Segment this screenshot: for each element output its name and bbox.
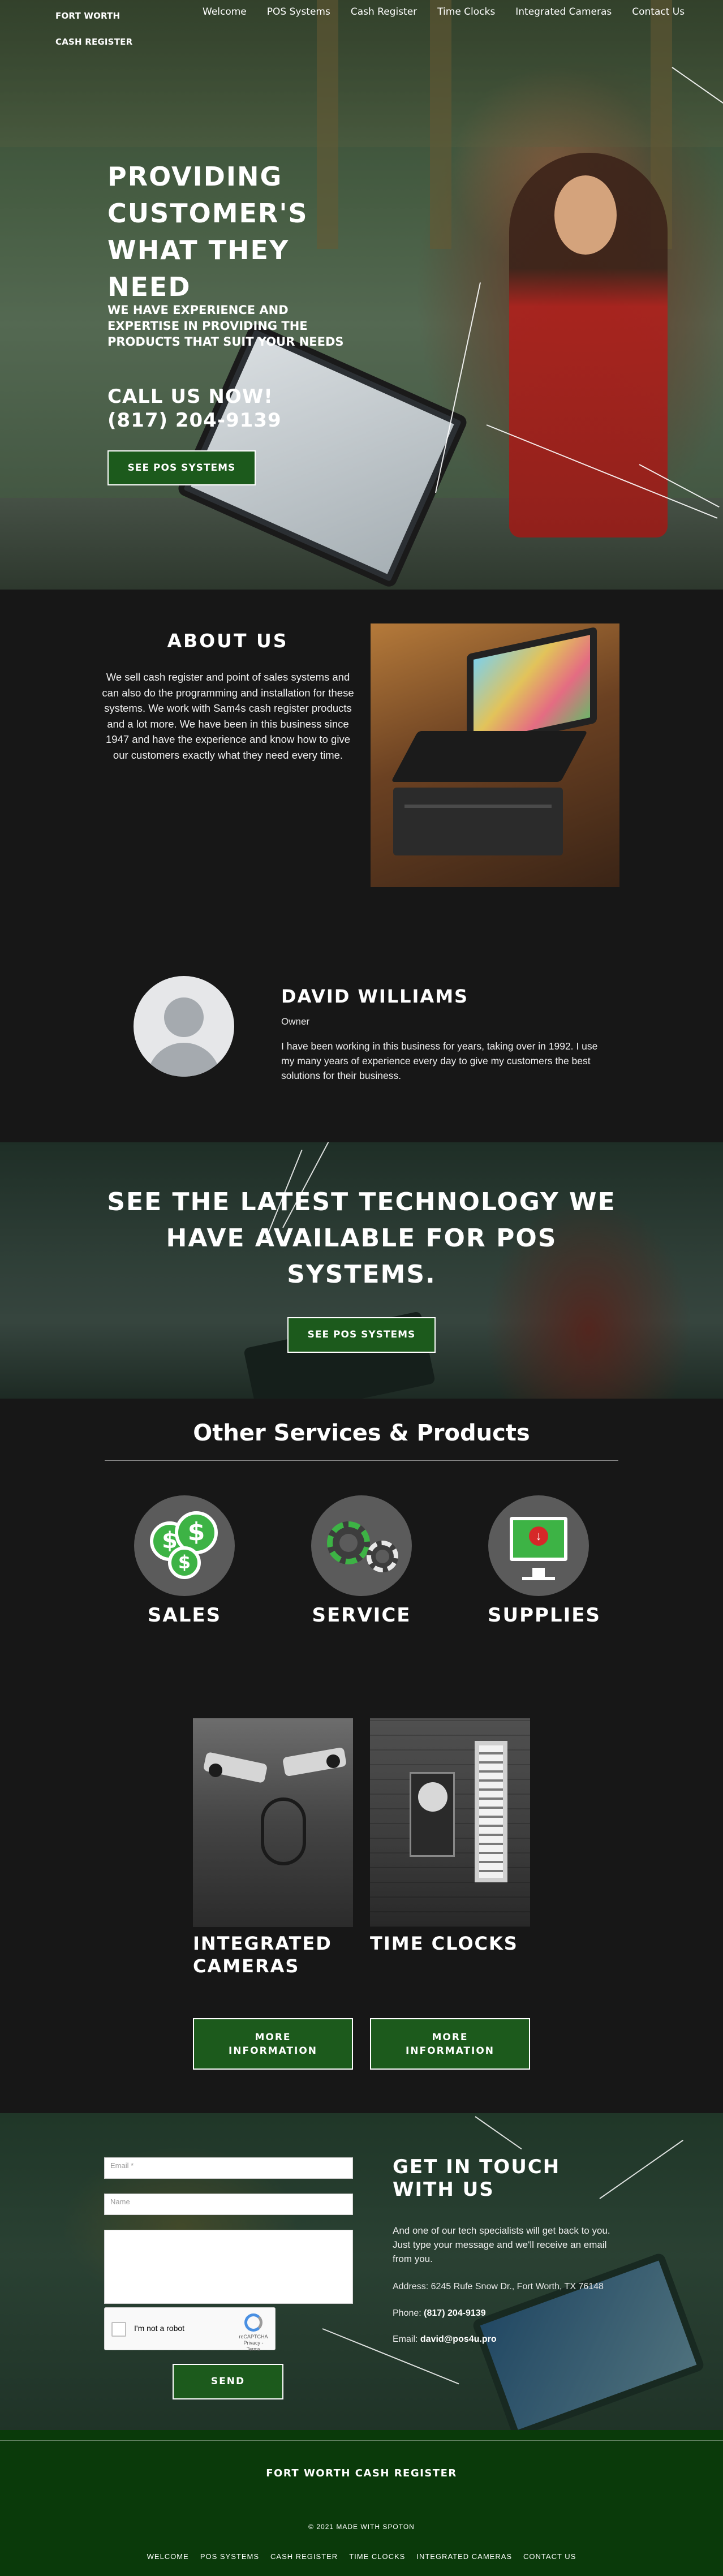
services-title: Other Services & Products bbox=[193, 1420, 530, 1446]
hero-phone[interactable]: (817) 204-9139 bbox=[107, 408, 345, 432]
service-sales[interactable]: $ $ $ SALES bbox=[134, 1495, 235, 1627]
contact-phone: Phone: (817) 204-9139 bbox=[393, 2308, 486, 2319]
hero-content: PROVIDING CUSTOMER'S WHAT THEY NEED WE H… bbox=[107, 158, 345, 485]
nav-item-integrated-cameras[interactable]: Integrated Cameras bbox=[505, 6, 622, 18]
recaptcha-widget[interactable]: I'm not a robot reCAPTCHA Privacy - Term… bbox=[104, 2307, 276, 2353]
address-label: Address: bbox=[393, 2282, 429, 2291]
send-button[interactable]: SEND bbox=[173, 2364, 283, 2399]
service-service[interactable]: SERVICE bbox=[311, 1495, 412, 1627]
cash-register-photo bbox=[371, 623, 619, 887]
product-title-integrated-cameras: INTEGRATED CAMERAS bbox=[193, 1933, 332, 1977]
footer-nav-cash-register[interactable]: CASH REGISTER bbox=[265, 2552, 343, 2561]
brand-line-1: FORT WORTH bbox=[55, 11, 120, 21]
page: PROVIDING CUSTOMER'S WHAT THEY NEED WE H… bbox=[0, 0, 723, 2576]
footer-nav-integrated-cameras[interactable]: INTEGRATED CAMERAS bbox=[411, 2552, 518, 2561]
about-text: We sell cash register and point of sales… bbox=[102, 671, 354, 761]
message-field[interactable] bbox=[104, 2230, 353, 2304]
service-supplies[interactable]: ↓ SUPPLIES bbox=[488, 1495, 601, 1627]
footer-brand: FORT WORTH CASH REGISTER bbox=[266, 2467, 457, 2479]
contact-background-tablet bbox=[471, 2252, 705, 2430]
site-logo[interactable]: FORT WORTH CASH REGISTER bbox=[55, 9, 132, 49]
recaptcha-checkbox[interactable] bbox=[111, 2322, 126, 2337]
owner-role: Owner bbox=[281, 1016, 310, 1027]
button-label: MORE INFORMATION bbox=[405, 2031, 495, 2057]
footer-divider bbox=[0, 2440, 723, 2441]
service-label-service: SERVICE bbox=[312, 1604, 411, 1627]
integrated-cameras-more-info-button[interactable]: MORE INFORMATION bbox=[193, 2018, 353, 2070]
see-pos-systems-button[interactable]: SEE POS SYSTEMS bbox=[107, 450, 256, 485]
address-value: 6245 Rufe Snow Dr., Fort Worth, TX 76148 bbox=[431, 2282, 604, 2291]
technology-title: SEE THE LATEST TECHNOLOGY WE HAVE AVAILA… bbox=[107, 1188, 616, 1289]
decor-line bbox=[475, 2116, 522, 2150]
owner-name: DAVID WILLIAMS bbox=[281, 986, 469, 1007]
hero-section: PROVIDING CUSTOMER'S WHAT THEY NEED WE H… bbox=[0, 0, 723, 590]
service-label-supplies: SUPPLIES bbox=[488, 1604, 601, 1627]
button-label: MORE INFORMATION bbox=[228, 2031, 318, 2057]
contact-address: Address: 6245 Rufe Snow Dr., Fort Worth,… bbox=[393, 2282, 604, 2292]
time-clocks-more-info-button[interactable]: MORE INFORMATION bbox=[370, 2018, 530, 2070]
email-value[interactable]: david@pos4u.pro bbox=[420, 2334, 497, 2344]
decor-line bbox=[435, 282, 481, 493]
footer-nav-welcome[interactable]: WELCOME bbox=[141, 2552, 195, 2561]
service-label-sales: SALES bbox=[147, 1604, 222, 1627]
gears-icon bbox=[311, 1495, 412, 1596]
product-title-time-clocks: TIME CLOCKS bbox=[370, 1933, 518, 1954]
nav-item-welcome[interactable]: Welcome bbox=[192, 6, 257, 18]
nav-item-time-clocks[interactable]: Time Clocks bbox=[427, 6, 505, 18]
time-clocks-photo bbox=[370, 1718, 530, 1927]
hero-title: PROVIDING CUSTOMER'S WHAT THEY NEED bbox=[107, 161, 308, 302]
recaptcha-logo: reCAPTCHA Privacy - Terms bbox=[238, 2313, 269, 2353]
contact-title: GET IN TOUCH WITH US bbox=[393, 2156, 561, 2201]
recaptcha-icon bbox=[244, 2313, 262, 2332]
nav-item-contact-us[interactable]: Contact Us bbox=[622, 6, 695, 18]
recaptcha-terms[interactable]: Privacy - Terms bbox=[238, 2340, 269, 2353]
phone-label: Phone: bbox=[393, 2308, 421, 2318]
footer-copyright: © 2021 MADE WITH SPOTON bbox=[308, 2523, 415, 2531]
owner-avatar bbox=[134, 976, 234, 1077]
decor-line bbox=[672, 67, 723, 107]
main-nav: Welcome POS Systems Cash Register Time C… bbox=[192, 6, 695, 18]
nav-item-cash-register[interactable]: Cash Register bbox=[341, 6, 427, 18]
footer-nav: WELCOME POS SYSTEMS CASH REGISTER TIME C… bbox=[0, 2552, 723, 2561]
money-coins-icon: $ $ $ bbox=[134, 1495, 235, 1596]
hero-call-label: CALL US NOW! bbox=[107, 385, 273, 408]
owner-bio: I have been working in this business for… bbox=[281, 1040, 598, 1081]
site-footer: FORT WORTH CASH REGISTER © 2021 MADE WIT… bbox=[0, 2430, 723, 2576]
phone-value[interactable]: (817) 204-9139 bbox=[424, 2308, 485, 2318]
footer-nav-contact-us[interactable]: CONTACT US bbox=[518, 2552, 582, 2561]
name-field[interactable]: Name bbox=[104, 2194, 353, 2215]
footer-nav-pos-systems[interactable]: POS SYSTEMS bbox=[195, 2552, 265, 2561]
email-field[interactable]: Email * bbox=[104, 2157, 353, 2179]
site-header: FORT WORTH CASH REGISTER Welcome POS Sys… bbox=[0, 0, 723, 51]
brand-line-2: CASH REGISTER bbox=[55, 37, 133, 47]
nav-item-pos-systems[interactable]: POS Systems bbox=[257, 6, 341, 18]
recaptcha-brand: reCAPTCHA bbox=[239, 2334, 268, 2340]
email-label: Email: bbox=[393, 2334, 418, 2344]
recaptcha-label: I'm not a robot bbox=[134, 2324, 185, 2333]
integrated-cameras-photo bbox=[193, 1718, 353, 1927]
services-divider bbox=[105, 1460, 618, 1461]
hero-subtitle: WE HAVE EXPERIENCE AND EXPERTISE IN PROV… bbox=[107, 303, 344, 349]
computer-download-icon: ↓ bbox=[488, 1495, 589, 1596]
footer-nav-time-clocks[interactable]: TIME CLOCKS bbox=[343, 2552, 411, 2561]
contact-text: And one of our tech specialists will get… bbox=[393, 2225, 610, 2264]
contact-email: Email: david@pos4u.pro bbox=[393, 2334, 497, 2345]
hero-background-person bbox=[509, 153, 668, 537]
see-pos-systems-button-2[interactable]: SEE POS SYSTEMS bbox=[287, 1317, 436, 1353]
about-title: ABOUT US bbox=[167, 630, 289, 652]
decor-line bbox=[599, 2139, 684, 2199]
